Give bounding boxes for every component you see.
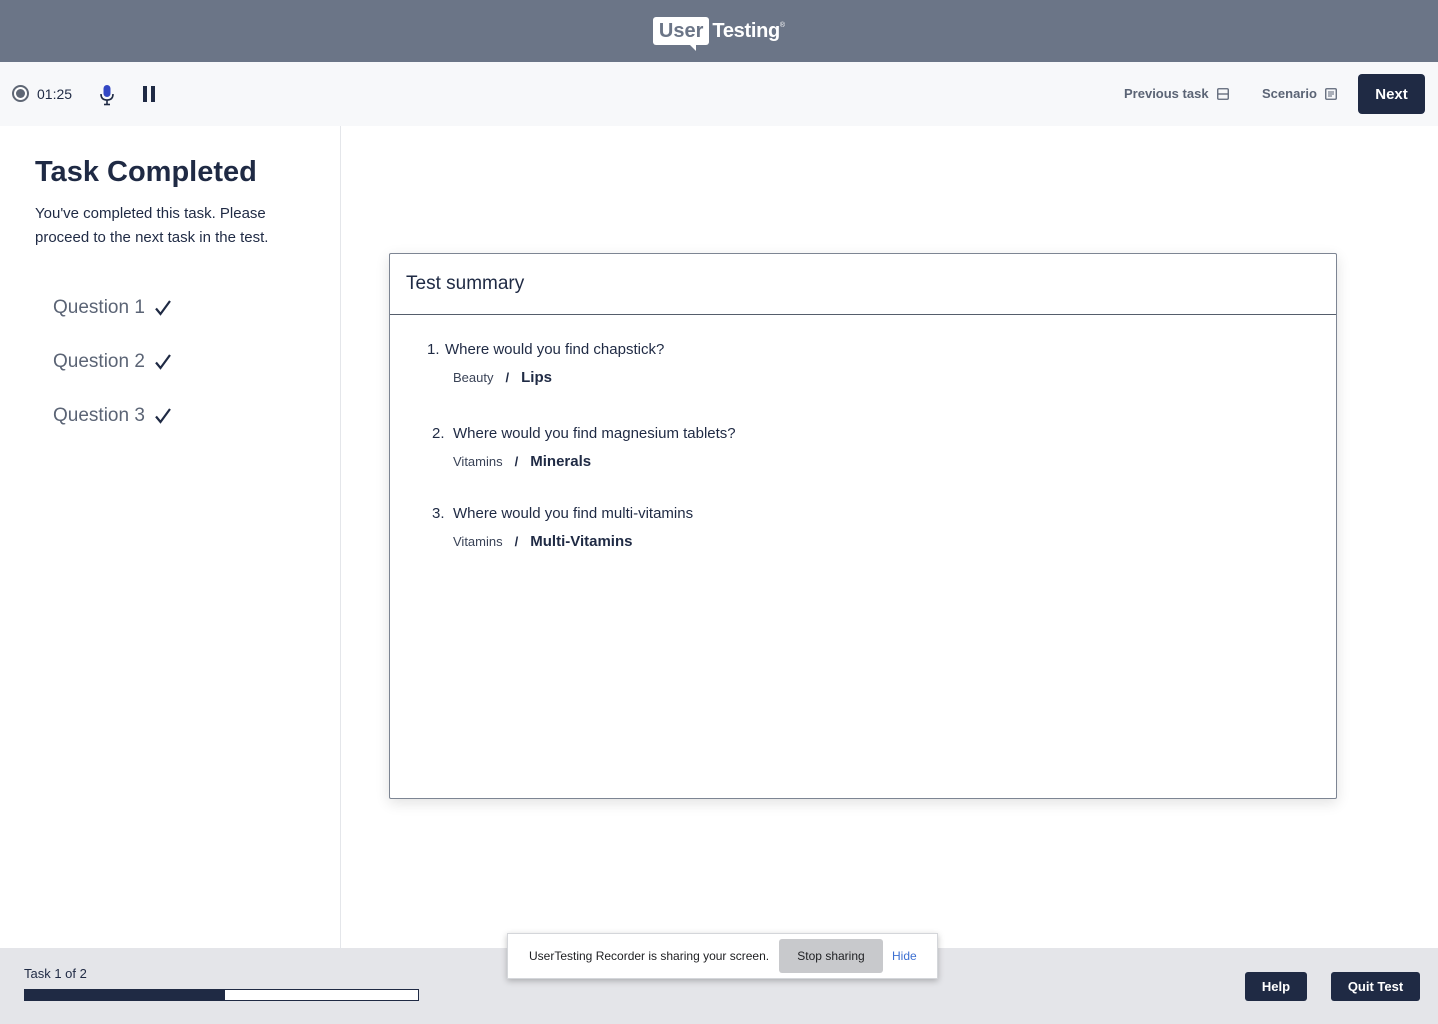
path-separator: / bbox=[514, 534, 519, 549]
checkmark-icon bbox=[155, 354, 171, 370]
pause-icon[interactable] bbox=[142, 86, 156, 102]
hide-notification-link[interactable]: Hide bbox=[892, 949, 917, 963]
document-icon bbox=[1325, 87, 1337, 100]
answer-path: Vitamins / Minerals bbox=[453, 453, 591, 470]
checkmark-icon bbox=[155, 408, 171, 424]
question-label: Question 2 bbox=[53, 351, 145, 372]
answer-path: Beauty / Lips bbox=[453, 369, 552, 386]
question-label: Question 1 bbox=[53, 297, 145, 318]
screen-share-message: UserTesting Recorder is sharing your scr… bbox=[529, 949, 770, 963]
test-summary-card: Test summary 1. Where would you find cha… bbox=[389, 253, 1337, 799]
microphone-icon[interactable] bbox=[99, 84, 115, 106]
brand-header: User Testing ® bbox=[0, 0, 1438, 62]
logo-user-text: User bbox=[652, 17, 710, 51]
answer-category: Vitamins bbox=[453, 454, 503, 469]
summary-item-question: Where would you find chapstick? bbox=[445, 341, 665, 358]
scenario-button[interactable]: Scenario bbox=[1262, 86, 1337, 101]
path-separator: / bbox=[505, 370, 510, 385]
logo-testing-text: Testing bbox=[712, 19, 780, 42]
answer-selection: Multi-Vitamins bbox=[530, 533, 633, 550]
task-panel: Task Completed You've completed this tas… bbox=[0, 126, 341, 948]
answer-selection: Lips bbox=[521, 369, 552, 386]
answer-selection: Minerals bbox=[530, 453, 592, 470]
logo-registered-mark: ® bbox=[779, 21, 786, 29]
recorder-controls: 01:25 Previous task Scenario Next bbox=[0, 62, 1438, 126]
task-progress-bar bbox=[24, 989, 419, 1001]
answer-category: Beauty bbox=[453, 370, 494, 385]
scenario-label: Scenario bbox=[1262, 86, 1317, 101]
main-content: Test summary 1. Where would you find cha… bbox=[341, 126, 1438, 948]
help-button[interactable]: Help bbox=[1245, 972, 1307, 1001]
path-separator: / bbox=[514, 454, 519, 469]
answer-category: Vitamins bbox=[453, 534, 503, 549]
task-progress-fill bbox=[25, 990, 226, 1000]
previous-task-label: Previous task bbox=[1124, 86, 1209, 101]
task-title: Task Completed bbox=[35, 156, 257, 188]
summary-title: Test summary bbox=[406, 273, 525, 294]
summary-item-question: Where would you find magnesium tablets? bbox=[453, 425, 736, 442]
summary-item-number: 3. bbox=[432, 505, 445, 522]
usertesting-logo: User Testing ® bbox=[652, 15, 786, 51]
next-button[interactable]: Next bbox=[1358, 74, 1425, 114]
recording-indicator-icon bbox=[12, 85, 29, 102]
question-list: Question 1 Question 2 Question 3 bbox=[53, 281, 172, 443]
screen-share-notification: UserTesting Recorder is sharing your scr… bbox=[507, 933, 938, 979]
summary-item-question: Where would you find multi-vitamins bbox=[453, 505, 694, 522]
question-item: Question 2 bbox=[53, 335, 172, 389]
previous-task-button[interactable]: Previous task bbox=[1124, 86, 1229, 101]
question-item: Question 1 bbox=[53, 281, 172, 335]
task-description: You've completed this task. Please proce… bbox=[35, 205, 269, 246]
summary-divider bbox=[390, 314, 1336, 315]
quit-test-button[interactable]: Quit Test bbox=[1331, 972, 1420, 1001]
question-label: Question 3 bbox=[53, 405, 145, 426]
recording-timer: 01:25 bbox=[37, 86, 73, 102]
checkmark-icon bbox=[155, 300, 171, 316]
task-counter: Task 1 of 2 bbox=[24, 966, 87, 981]
answer-path: Vitamins / Multi-Vitamins bbox=[453, 533, 632, 550]
question-item: Question 3 bbox=[53, 389, 172, 443]
summary-item-number: 2. bbox=[432, 425, 445, 442]
summary-item-number: 1. bbox=[427, 341, 440, 358]
panel-icon bbox=[1216, 87, 1229, 100]
stop-sharing-button[interactable]: Stop sharing bbox=[779, 939, 883, 973]
